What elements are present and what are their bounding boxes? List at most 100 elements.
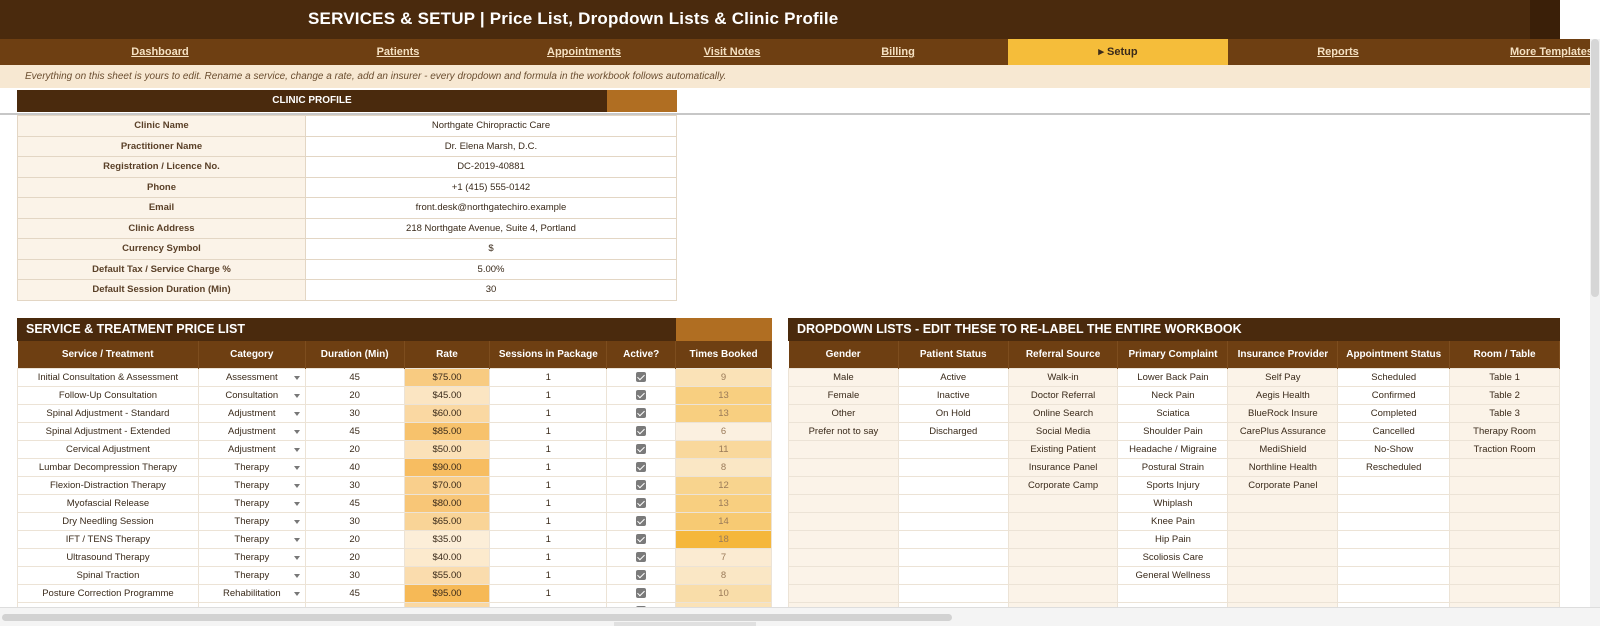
empty-cell[interactable] [1227,493,1339,513]
empty-cell[interactable] [897,475,1009,495]
sessions-cell[interactable]: 1 [489,493,608,513]
service-name[interactable]: IFT / TENS Therapy [17,529,199,549]
dropdown-arrow-icon[interactable] [293,519,300,524]
dropdown-option[interactable]: Rescheduled [1337,457,1451,477]
dropdown-option[interactable]: Traction Room [1449,439,1560,459]
dropdown-option[interactable]: Knee Pain [1117,511,1229,531]
category-dropdown[interactable]: Therapy [197,511,306,531]
category-dropdown[interactable]: Therapy [197,547,306,567]
dropdown-arrow-icon[interactable] [293,411,300,416]
service-name[interactable]: Follow-Up Consultation [17,385,199,405]
rate-cell[interactable]: $40.00 [403,547,491,567]
sessions-cell[interactable]: 1 [489,385,608,405]
empty-cell[interactable] [897,511,1009,531]
profile-value[interactable]: $ [305,238,677,260]
duration-cell[interactable]: 20 [304,547,405,567]
empty-cell[interactable] [1227,547,1339,567]
checkbox-checked-icon[interactable] [636,569,647,580]
dropdown-arrow-icon[interactable] [293,537,300,542]
category-dropdown[interactable]: Adjustment [197,403,306,423]
category-dropdown[interactable]: Therapy [197,457,306,477]
checkbox-checked-icon[interactable] [636,515,647,526]
dropdown-option[interactable]: Self Pay [1227,367,1339,387]
profile-value[interactable]: 5.00% [305,258,677,280]
vertical-scroll-thumb[interactable] [1591,39,1599,297]
empty-cell[interactable] [1449,457,1560,477]
empty-cell[interactable] [788,529,899,549]
active-checkbox-cell[interactable] [606,421,677,441]
dropdown-option[interactable]: Sciatica [1117,403,1229,423]
category-dropdown[interactable]: Therapy [197,493,306,513]
active-checkbox-cell[interactable] [606,565,677,585]
empty-cell[interactable] [1007,493,1119,513]
sessions-cell[interactable]: 1 [489,529,608,549]
empty-cell[interactable] [897,457,1009,477]
dropdown-option[interactable]: Table 3 [1449,403,1560,423]
sessions-cell[interactable]: 1 [489,547,608,567]
dropdown-option[interactable]: Table 2 [1449,385,1560,405]
rate-cell[interactable]: $90.00 [403,457,491,477]
empty-cell[interactable] [1449,565,1560,585]
dropdown-arrow-icon[interactable] [293,483,300,488]
empty-cell[interactable] [1227,583,1339,603]
empty-cell[interactable] [1337,565,1451,585]
dropdown-option[interactable]: Headache / Migraine [1117,439,1229,459]
active-checkbox-cell[interactable] [606,583,677,603]
checkbox-checked-icon[interactable] [636,551,647,562]
service-name[interactable]: Spinal Adjustment - Standard [17,403,199,423]
empty-cell[interactable] [1449,583,1560,603]
service-name[interactable]: Initial Consultation & Assessment [17,367,199,387]
checkbox-checked-icon[interactable] [636,443,647,454]
active-checkbox-cell[interactable] [606,403,677,423]
profile-value[interactable]: 218 Northgate Avenue, Suite 4, Portland [305,217,677,239]
sheet-tab-strip[interactable] [614,622,756,626]
profile-value[interactable]: front.desk@northgatechiro.example [305,197,677,219]
service-name[interactable]: Myofascial Release [17,493,199,513]
duration-cell[interactable]: 20 [304,529,405,549]
category-dropdown[interactable]: Adjustment [197,421,306,441]
active-checkbox-cell[interactable] [606,457,677,477]
empty-cell[interactable] [1007,547,1119,567]
rate-cell[interactable]: $80.00 [403,493,491,513]
empty-cell[interactable] [1337,583,1451,603]
category-dropdown[interactable]: Therapy [197,529,306,549]
duration-cell[interactable]: 45 [304,493,405,513]
dropdown-arrow-icon[interactable] [293,501,300,506]
dropdown-arrow-icon[interactable] [293,573,300,578]
category-dropdown[interactable]: Consultation [197,385,306,405]
empty-cell[interactable] [788,511,899,531]
dropdown-arrow-icon[interactable] [293,465,300,470]
service-name[interactable]: Flexion-Distraction Therapy [17,475,199,495]
duration-cell[interactable]: 45 [304,421,405,441]
profile-value[interactable]: +1 (415) 555-0142 [305,176,677,198]
sessions-cell[interactable]: 1 [489,565,608,585]
horizontal-scroll-thumb[interactable] [2,614,952,621]
dropdown-option[interactable]: Prefer not to say [788,421,899,441]
duration-cell[interactable]: 20 [304,439,405,459]
category-dropdown[interactable]: Therapy [197,475,306,495]
profile-value[interactable]: Northgate Chiropractic Care [305,115,677,137]
empty-cell[interactable] [1449,547,1560,567]
sessions-cell[interactable]: 1 [489,583,608,603]
service-name[interactable]: Cervical Adjustment [17,439,199,459]
dropdown-option[interactable]: CarePlus Assurance [1227,421,1339,441]
dropdown-option[interactable]: Scoliosis Care [1117,547,1229,567]
empty-cell[interactable] [1337,475,1451,495]
empty-cell[interactable] [897,547,1009,567]
active-checkbox-cell[interactable] [606,547,677,567]
sessions-cell[interactable]: 1 [489,403,608,423]
empty-cell[interactable] [1007,511,1119,531]
sessions-cell[interactable]: 1 [489,457,608,477]
profile-value[interactable]: Dr. Elena Marsh, D.C. [305,135,677,157]
rate-cell[interactable]: $60.00 [403,403,491,423]
dropdown-option[interactable]: MediShield [1227,439,1339,459]
dropdown-option[interactable]: Corporate Camp [1007,475,1119,495]
checkbox-checked-icon[interactable] [636,425,647,436]
empty-cell[interactable] [788,457,899,477]
dropdown-option[interactable]: Male [788,367,899,387]
empty-cell[interactable] [897,439,1009,459]
checkbox-checked-icon[interactable] [636,479,647,490]
dropdown-option[interactable]: Active [897,367,1009,387]
dropdown-option[interactable]: Female [788,385,899,405]
active-checkbox-cell[interactable] [606,475,677,495]
